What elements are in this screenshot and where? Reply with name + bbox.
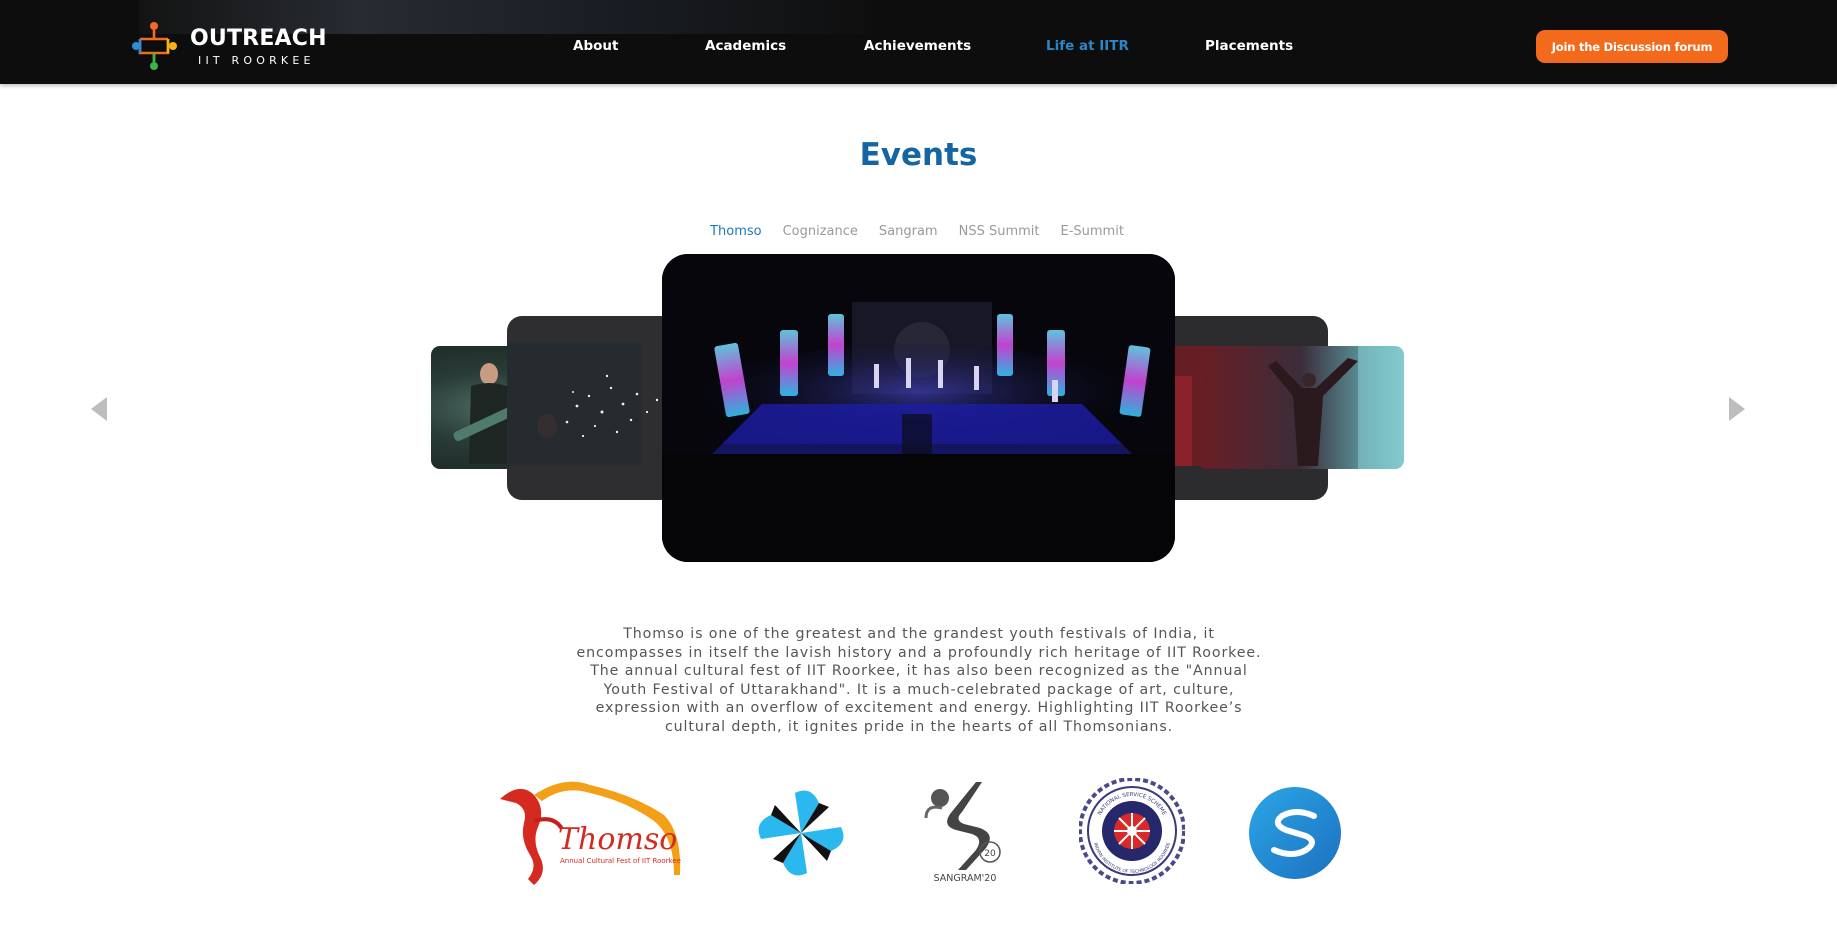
nav-placements[interactable]: Placements	[1205, 38, 1293, 54]
sangram-logo[interactable]: 20 SANGRAM'20	[920, 778, 1010, 884]
performer-photo	[1268, 346, 1404, 469]
join-discussion-forum-button[interactable]: Join the Discussion forum	[1536, 30, 1728, 63]
thomso-dancer-icon: Thomso Annual Cultural Fest of IIT Roork…	[500, 781, 681, 885]
logo-title: OUTREACH	[190, 26, 327, 51]
carousel-prev-arrow-icon[interactable]	[91, 397, 107, 421]
nav-life-at-iitr[interactable]: Life at IITR	[1046, 38, 1129, 54]
nss-emblem-icon: NATIONAL SERVICE SCHEME INDIAN INSTITUTE…	[1078, 777, 1186, 885]
carousel-slide-thomso-stage[interactable]	[662, 254, 1175, 562]
thomso-logo[interactable]: Thomso Annual Cultural Fest of IIT Roork…	[494, 775, 688, 889]
nav-achievements[interactable]: Achievements	[864, 38, 971, 54]
tab-e-summit[interactable]: E-Summit	[1060, 224, 1123, 239]
sangram-logo-text: SANGRAM'20	[934, 873, 997, 884]
thomso-logo-tagline: Annual Cultural Fest of IIT Roorkee	[560, 857, 681, 865]
events-tabs: Thomso Cognizance Sangram NSS Summit E-S…	[0, 224, 1837, 239]
sangram-badge-text: 20	[984, 849, 996, 859]
esummit-s-icon	[1249, 787, 1341, 879]
events-section-title: Events	[859, 137, 978, 173]
thomso-stage-photo	[662, 254, 1175, 562]
outreach-logo[interactable]: OUTREACH IIT ROORKEE	[132, 22, 332, 70]
nav-academics[interactable]: Academics	[705, 38, 786, 54]
tab-nss-summit[interactable]: NSS Summit	[959, 224, 1040, 239]
cognizance-logo[interactable]	[748, 780, 854, 886]
logo-subtitle: IIT ROORKEE	[198, 54, 315, 67]
sangram-s-icon: 20 SANGRAM'20	[924, 782, 1001, 884]
outreach-logo-icon	[132, 22, 177, 70]
top-navbar: OUTREACH IIT ROORKEE About Academics Ach…	[0, 0, 1837, 84]
tab-sangram[interactable]: Sangram	[879, 224, 938, 239]
cognizance-pinwheel-icon	[758, 790, 844, 876]
carousel-slide-performer-arms[interactable]	[1198, 346, 1404, 469]
carousel-next-arrow-icon[interactable]	[1729, 397, 1745, 421]
nav-about[interactable]: About	[573, 38, 618, 54]
nss-logo[interactable]: NATIONAL SERVICE SCHEME INDIAN INSTITUTE…	[1078, 777, 1186, 885]
tab-cognizance[interactable]: Cognizance	[783, 224, 858, 239]
tab-thomso[interactable]: Thomso	[710, 224, 762, 239]
thomso-logo-text: Thomso	[558, 822, 677, 857]
event-description: Thomso is one of the greatest and the gr…	[576, 626, 1262, 735]
esummit-logo[interactable]	[1248, 786, 1342, 880]
